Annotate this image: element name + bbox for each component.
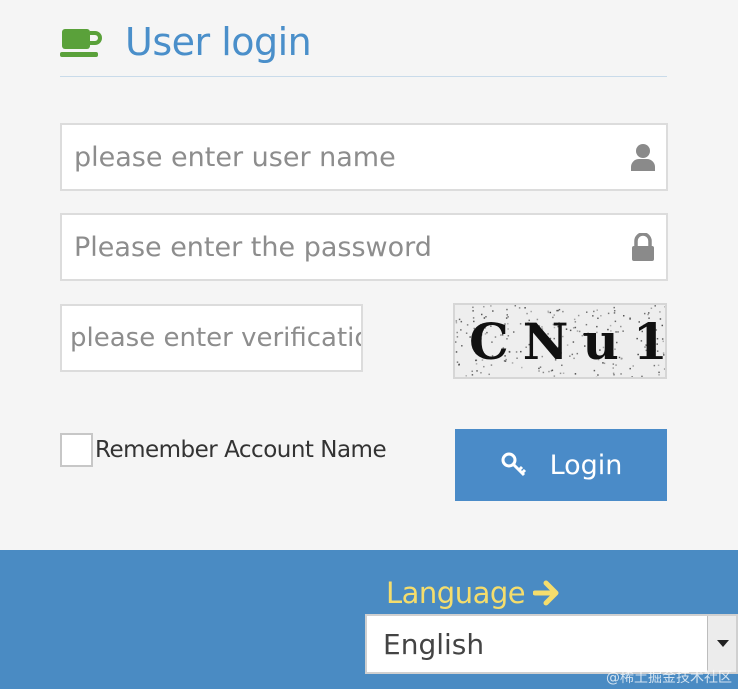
remember-account[interactable]: Remember Account Name	[60, 433, 387, 467]
login-header: User login	[60, 18, 667, 77]
lock-icon	[632, 233, 654, 261]
login-panel: User login CNu1 Remember Account Name Lo…	[0, 0, 738, 550]
coffee-cup-icon	[60, 29, 102, 57]
language-selected-value: English	[383, 628, 485, 661]
page-title: User login	[125, 20, 312, 64]
password-input[interactable]	[62, 215, 666, 279]
verification-input[interactable]	[62, 306, 361, 370]
login-button[interactable]: Login	[455, 429, 667, 501]
key-icon	[501, 452, 526, 477]
watermark: @稀土掘金技术社区	[606, 670, 732, 686]
remember-label: Remember Account Name	[95, 437, 387, 463]
language-label: Language	[386, 576, 526, 610]
chevron-down-icon[interactable]	[707, 616, 736, 672]
user-icon	[631, 144, 655, 171]
login-button-label: Login	[549, 449, 623, 481]
footer-bar: Language English @稀土掘金技术社区	[0, 550, 738, 689]
username-input[interactable]	[62, 125, 666, 189]
language-select[interactable]: English	[365, 614, 738, 674]
captcha-image[interactable]: CNu1	[453, 303, 667, 379]
remember-checkbox[interactable]	[60, 433, 93, 467]
captcha-text: CNu1	[469, 312, 667, 371]
username-field[interactable]	[60, 123, 668, 191]
arrow-right-icon	[533, 580, 559, 606]
language-label-group: Language	[386, 576, 561, 610]
verification-field[interactable]	[60, 304, 363, 372]
password-field[interactable]	[60, 213, 668, 281]
